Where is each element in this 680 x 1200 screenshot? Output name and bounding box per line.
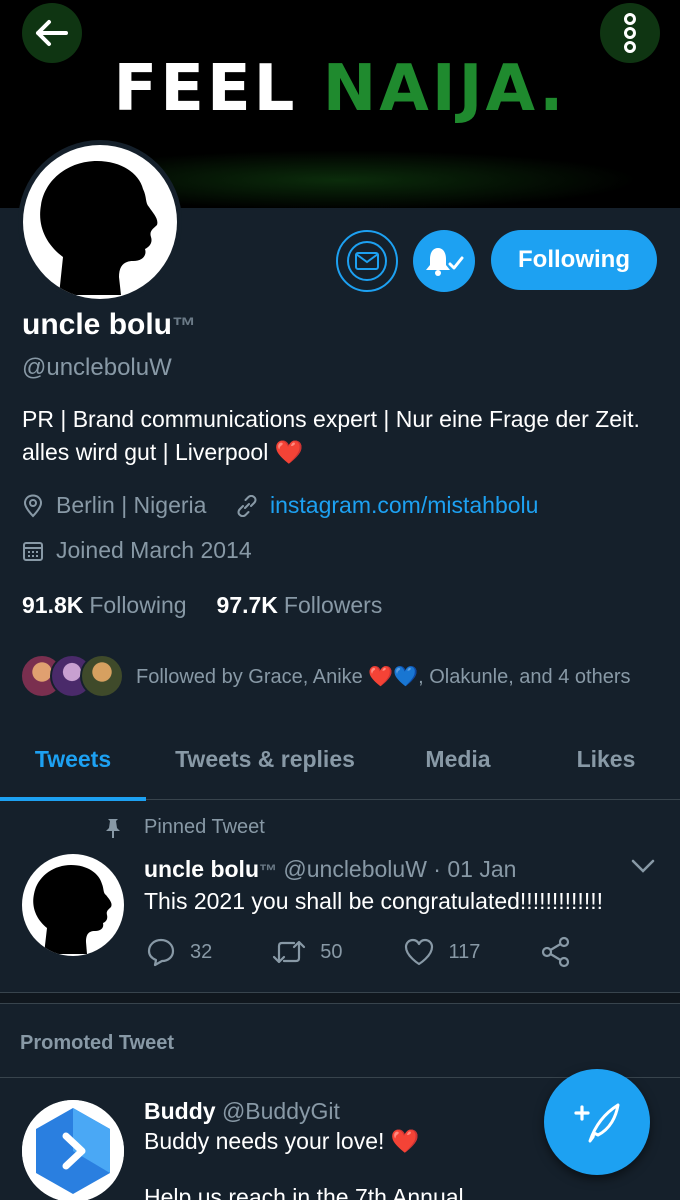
profile-location: Berlin | Nigeria bbox=[22, 492, 206, 519]
notifications-button[interactable] bbox=[413, 230, 475, 292]
bell-check-icon bbox=[426, 248, 464, 276]
pinned-tweet-header: uncle bolu™ @uncleboluW · 01 Jan bbox=[144, 856, 516, 883]
following-count: 91.8K bbox=[22, 592, 84, 618]
like-icon bbox=[404, 938, 433, 966]
back-arrow-icon bbox=[36, 20, 68, 46]
profile-name-text: uncle bolu bbox=[22, 308, 172, 341]
section-separator bbox=[0, 992, 680, 1004]
pinned-tweet-author[interactable]: uncle bolu bbox=[144, 856, 259, 882]
bio-heart-emoji: ❤️ bbox=[274, 439, 304, 465]
tab-likes[interactable]: Likes bbox=[532, 718, 680, 800]
profile-stats: 91.8K Following 97.7K Followers bbox=[22, 592, 382, 619]
tab-tweets[interactable]: Tweets bbox=[0, 718, 146, 801]
joined-text: Joined March 2014 bbox=[56, 537, 252, 563]
following-stat[interactable]: 91.8K Following bbox=[22, 592, 187, 619]
calendar-icon bbox=[23, 541, 43, 561]
share-button[interactable] bbox=[540, 936, 586, 968]
location-icon bbox=[23, 493, 43, 517]
followed-by-row[interactable]: Followed by Grace⁦, Anike ❤️💙, Olakunle,… bbox=[20, 654, 631, 698]
promoted-author-avatar[interactable] bbox=[22, 1100, 124, 1200]
more-options-button[interactable] bbox=[600, 3, 660, 63]
followers-count: 97.7K bbox=[216, 592, 278, 618]
share-icon bbox=[542, 936, 570, 968]
mail-icon bbox=[347, 241, 387, 281]
following-label: Following bbox=[89, 592, 187, 618]
banner-text: FEEL NAIJA. bbox=[0, 52, 680, 126]
followers-label: Followers bbox=[283, 592, 383, 618]
profile-avatar[interactable] bbox=[18, 140, 182, 304]
pinned-tweet-text[interactable]: This 2021 you shall be congratulated!!!!… bbox=[144, 888, 603, 915]
message-button[interactable] bbox=[336, 230, 398, 292]
tweet-actions: 32 50 117 bbox=[146, 936, 646, 968]
profile-bio: PR | Brand communications expert | Nur e… bbox=[22, 403, 652, 469]
like-count: 117 bbox=[448, 940, 481, 963]
promoted-tweet-meta: @BuddyGit bbox=[215, 1098, 340, 1124]
chevron-down-icon bbox=[631, 859, 655, 873]
profile-tabs: Tweets Tweets & replies Media Likes bbox=[0, 718, 680, 801]
tab-media[interactable]: Media bbox=[384, 718, 532, 800]
banner-word-2: NAIJA. bbox=[322, 52, 567, 126]
follower-avatar-3 bbox=[80, 654, 124, 698]
profile-handle: @uncleboluW bbox=[22, 354, 172, 381]
bio-text: PR | Brand communications expert | Nur e… bbox=[22, 406, 640, 465]
like-button[interactable]: 117 bbox=[403, 938, 481, 966]
tweet-author-avatar[interactable] bbox=[22, 854, 124, 956]
profile-avatar-image bbox=[23, 145, 177, 299]
pinned-tweet-label: Pinned Tweet bbox=[104, 816, 265, 839]
followers-stat[interactable]: 97.7K Followers bbox=[217, 592, 383, 619]
trademark-symbol: ™ bbox=[172, 313, 196, 340]
tweet-menu-button[interactable] bbox=[630, 852, 656, 883]
reply-button[interactable]: 32 bbox=[146, 937, 212, 967]
followed-by-text: Followed by Grace⁦, Anike ❤️💙, Olakunle,… bbox=[136, 665, 631, 688]
banner-word-1: FEEL bbox=[113, 52, 298, 126]
compose-tweet-button[interactable] bbox=[544, 1069, 650, 1175]
link-icon bbox=[237, 494, 257, 517]
link-text[interactable]: instagram.com/mistahbolu bbox=[270, 492, 538, 519]
pin-icon bbox=[106, 818, 120, 838]
retweet-count: 50 bbox=[320, 940, 343, 963]
profile-link[interactable]: instagram.com/mistahbolu bbox=[236, 492, 538, 519]
pinned-label-text: Pinned Tweet bbox=[144, 816, 265, 838]
compose-icon bbox=[574, 1103, 620, 1143]
reply-icon bbox=[147, 938, 175, 967]
promoted-tweet-author[interactable]: Buddy bbox=[144, 1098, 216, 1124]
tab-tweets-replies[interactable]: Tweets & replies bbox=[146, 718, 384, 800]
following-button[interactable]: Following bbox=[491, 230, 657, 290]
profile-joined: Joined March 2014 bbox=[22, 537, 252, 564]
promoted-tweet-text-continued[interactable]: Help us reach in the 7th Annual bbox=[144, 1184, 564, 1200]
profile-name: uncle bolu™ bbox=[22, 308, 196, 342]
pinned-author-tm: ™ bbox=[259, 861, 277, 881]
more-vertical-icon bbox=[624, 13, 636, 53]
location-text: Berlin | Nigeria bbox=[56, 492, 207, 518]
retweet-icon bbox=[273, 940, 306, 964]
retweet-button[interactable]: 50 bbox=[272, 938, 343, 966]
promoted-tweet-text[interactable]: Buddy needs your love! ❤️ bbox=[144, 1128, 419, 1155]
promoted-tweet-header: Buddy @BuddyGit bbox=[144, 1098, 340, 1125]
back-button[interactable] bbox=[22, 3, 82, 63]
reply-count: 32 bbox=[190, 940, 213, 963]
promoted-tweet-label: Promoted Tweet bbox=[20, 1032, 175, 1054]
pinned-tweet-meta: @uncleboluW · 01 Jan bbox=[277, 856, 517, 882]
